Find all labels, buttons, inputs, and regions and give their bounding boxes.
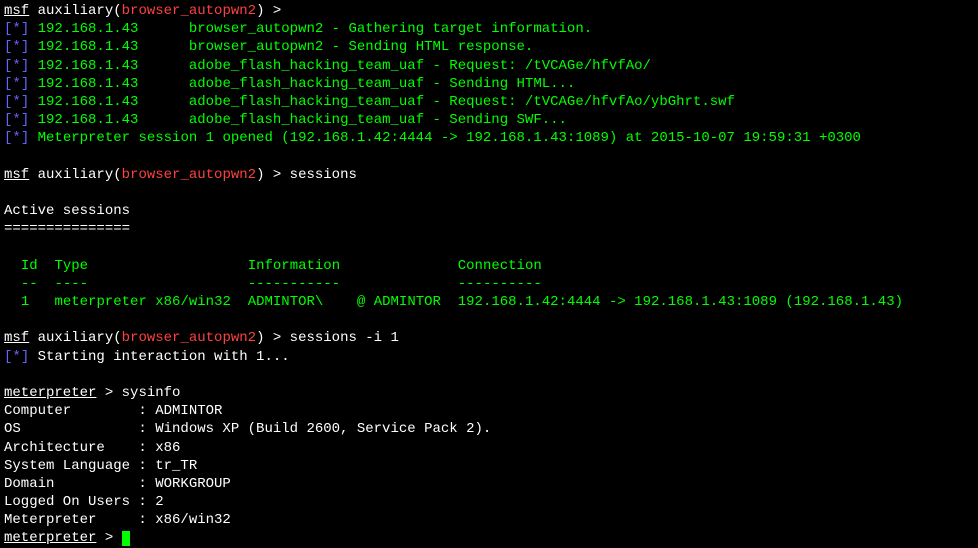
sysinfo-line: System Language : tr_TR: [4, 457, 974, 475]
cell-conn: 192.168.1.42:4444 -> 192.168.1.43:1089 (…: [458, 294, 903, 310]
meterpreter-prompt-line: meterpreter > sysinfo: [4, 384, 974, 402]
module-name: browser_autopwn2: [122, 330, 256, 346]
log-line: [*] 192.168.1.43 browser_autopwn2 - Gath…: [4, 20, 974, 38]
aux-open: auxiliary(: [29, 330, 121, 346]
div-conn: ----------: [458, 276, 542, 292]
log-line: [*] 192.168.1.43 adobe_flash_hacking_tea…: [4, 57, 974, 75]
log-ip: 192.168.1.43: [38, 21, 189, 37]
cell-id: 1: [21, 294, 29, 310]
table-row: 1 meterpreter x86/win32 ADMINTOR\ @ ADMI…: [4, 293, 974, 311]
cmd-sessions-i-line: msf auxiliary(browser_autopwn2) > sessio…: [4, 329, 974, 347]
meterpreter-cursor-line[interactable]: meterpreter >: [4, 529, 974, 547]
log-ip: 192.168.1.43: [38, 94, 189, 110]
aux-close: ) >: [256, 167, 290, 183]
div-type: ----: [54, 276, 88, 292]
sysinfo-line: OS : Windows XP (Build 2600, Service Pac…: [4, 420, 974, 438]
cursor: [122, 531, 130, 546]
aux-close: ) >: [256, 3, 290, 19]
msf-label: msf: [4, 167, 29, 183]
active-sessions-header: Active sessions: [4, 202, 974, 220]
table-header-row: Id Type Information Connection: [4, 257, 974, 275]
log-line: [*] 192.168.1.43 adobe_flash_hacking_tea…: [4, 75, 974, 93]
log-msg: adobe_flash_hacking_team_uaf - Sending H…: [189, 76, 575, 92]
col-id: Id: [21, 258, 38, 274]
log-ip: 192.168.1.43: [38, 58, 189, 74]
div-info: -----------: [248, 276, 340, 292]
command-input: sysinfo: [122, 385, 181, 401]
prompt-arrow: >: [96, 530, 121, 546]
cell-type: meterpreter x86/win32: [54, 294, 230, 310]
div-id: --: [21, 276, 38, 292]
meterpreter-label: meterpreter: [4, 530, 96, 546]
command-input: sessions: [290, 167, 357, 183]
log-ip: 192.168.1.43: [38, 76, 189, 92]
col-type: Type: [54, 258, 88, 274]
log-msg: adobe_flash_hacking_team_uaf - Request: …: [189, 94, 735, 110]
module-name: browser_autopwn2: [122, 167, 256, 183]
command-input: sessions -i 1: [290, 330, 399, 346]
log-msg: adobe_flash_hacking_team_uaf - Sending S…: [189, 112, 567, 128]
sysinfo-line: Meterpreter : x86/win32: [4, 511, 974, 529]
log-line: [*] 192.168.1.43 adobe_flash_hacking_tea…: [4, 93, 974, 111]
log-msg: browser_autopwn2 - Gathering target info…: [189, 21, 592, 37]
log-ip: 192.168.1.43: [38, 112, 189, 128]
log-msg: adobe_flash_hacking_team_uaf - Request: …: [189, 58, 651, 74]
session-opened-line: [*] Meterpreter session 1 opened (192.16…: [4, 129, 974, 147]
log-msg: browser_autopwn2 - Sending HTML response…: [189, 39, 533, 55]
sysinfo-line: Logged On Users : 2: [4, 493, 974, 511]
prompt-arrow: >: [96, 385, 121, 401]
msf-label: msf: [4, 330, 29, 346]
session-opened-text: Meterpreter session 1 opened (192.168.1.…: [38, 130, 861, 146]
table-divider-row: -- ---- ----------- ----------: [4, 275, 974, 293]
log-line: [*] 192.168.1.43 adobe_flash_hacking_tea…: [4, 111, 974, 129]
msf-prompt-line: msf auxiliary(browser_autopwn2) >: [4, 2, 974, 20]
starting-text: Starting interaction with 1...: [38, 349, 290, 365]
module-name: browser_autopwn2: [122, 3, 256, 19]
sysinfo-line: Computer : ADMINTOR: [4, 402, 974, 420]
col-conn: Connection: [458, 258, 542, 274]
msf-label: msf: [4, 3, 29, 19]
log-ip: 192.168.1.43: [38, 39, 189, 55]
cmd-sessions-line: msf auxiliary(browser_autopwn2) > sessio…: [4, 166, 974, 184]
starting-interaction-line: [*] Starting interaction with 1...: [4, 348, 974, 366]
cell-info: ADMINTOR\ @ ADMINTOR: [248, 294, 441, 310]
aux-open: auxiliary(: [29, 167, 121, 183]
aux-open: auxiliary(: [29, 3, 121, 19]
aux-close: ) >: [256, 330, 290, 346]
col-info: Information: [248, 258, 340, 274]
sysinfo-line: Domain : WORKGROUP: [4, 475, 974, 493]
active-sessions-underline: ===============: [4, 220, 974, 238]
log-line: [*] 192.168.1.43 browser_autopwn2 - Send…: [4, 38, 974, 56]
meterpreter-label: meterpreter: [4, 385, 96, 401]
terminal-output[interactable]: msf auxiliary(browser_autopwn2) > [*] 19…: [4, 2, 974, 548]
sysinfo-line: Architecture : x86: [4, 439, 974, 457]
